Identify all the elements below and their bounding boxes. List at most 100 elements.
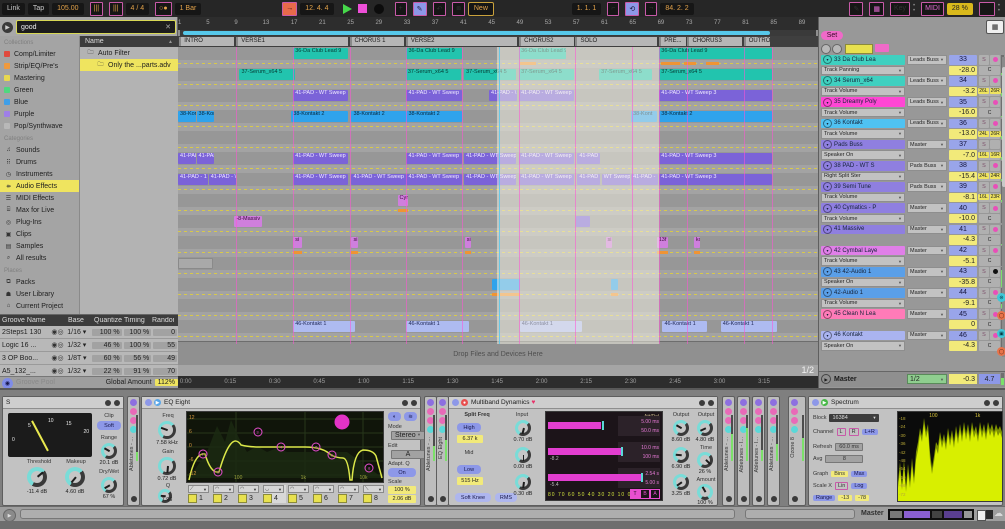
groove-quantize[interactable]: 22 % [91,367,122,375]
solo-button[interactable]: S [979,330,989,341]
automation-event[interactable] [706,62,719,65]
arrangement-clip[interactable]: 37-Serum_x64 5 [659,69,772,80]
device-collapse-icon[interactable] [699,399,705,406]
freq-knob[interactable] [158,421,176,439]
loop-button[interactable]: ⟲ [625,1,640,16]
arm-button[interactable] [990,224,1000,235]
master-chain-thumbnail[interactable] [888,509,974,520]
device-activator[interactable] [145,399,152,406]
sidebar-item-midi-effects[interactable]: ☰ MIDI Effects [0,192,79,204]
mid-input-knob[interactable] [515,447,531,463]
filter-type-chooser[interactable]: ◠ ▼ [238,485,259,493]
track-name[interactable]: ▾ 46 Kontakt [821,330,905,341]
sidebar-item-sounds[interactable]: ♫ Sounds [0,144,79,156]
filter-type-chooser[interactable]: ◡ ▼ [263,485,284,493]
track-name[interactable]: ▾ 34 Serum_x64 [821,76,905,86]
computer-midi-keyboard-icon[interactable]: ▦ [869,1,884,16]
track-volume-field[interactable]: -8.1 [949,192,977,203]
device-hotswap-icon[interactable] [114,399,120,406]
eq-eight-device[interactable]: ▶ EQ Eight Freq 7.58 kHz Gain 0.72 dB Q … [141,396,425,506]
record-button[interactable] [373,3,384,14]
track-name[interactable]: ▾ 42-Audio 1 [821,288,905,298]
band-toggle[interactable]: 3 [238,493,259,503]
range-low-value[interactable]: -13 [838,495,853,501]
track-pan-field[interactable]: 24L 26R [978,129,1001,139]
track-name[interactable]: ▾ 41 Massive [821,224,905,235]
locator-chorus1[interactable]: CHORUS 1 [349,37,404,46]
groove-row[interactable]: 2Steps1 130 ◉◎ 1/16 ▾ 100 % 100 % 0 [0,326,178,339]
automation-arm-button[interactable]: ✎ [412,1,427,16]
track-row[interactable]: ▾ 42-Audio 1 Master ▼ 44 S Track Volume ▼ -9.1 C [819,288,1004,309]
bins-button[interactable]: Bins [831,471,848,477]
arrangement-clip[interactable]: 41-PAD - WT Sweep 3 [659,90,772,101]
arrangement-clip[interactable] [178,258,214,269]
next-locator-button[interactable] [832,44,842,54]
automation-chooser[interactable]: Track Volume ▼ [821,256,905,266]
arrangement-clip[interactable]: 41-PAD - \ [208,174,236,185]
sidebar-item-instruments[interactable]: ◷ Instruments [0,168,79,180]
arm-button[interactable] [990,139,1000,150]
collection-item[interactable]: Comp/Limiter [0,48,79,60]
track-volume-field[interactable]: -16.0 [949,107,977,118]
track-volume-field[interactable]: -7.0 [949,150,977,160]
loop-start-field[interactable]: 1. 1. 1 [571,2,602,15]
arrangement-clip[interactable]: 41-PAD [196,153,214,164]
avg-slider[interactable]: 8 [825,455,864,463]
track-row[interactable]: ▾ 40 Cymatics - P Master ▼ 40 S Track Volume ▼ -… [819,203,1004,224]
track-row[interactable]: ▾ 35 Dreamy Poly Leads Buss ▼ 35 S Track Volum… [819,97,1004,118]
arrangement-clip[interactable]: 36-Da Club Lead 9 [406,48,462,59]
arrangement-clip[interactable]: 46-Kontakt 1 [406,321,469,332]
groove-base[interactable]: 1/32 ▾ [65,367,91,375]
track-name[interactable]: ▾ 33 Da Club Lea [821,55,905,65]
band-checkbox[interactable] [263,493,272,503]
automation-chooser[interactable]: Track Volume ▼ [821,298,905,309]
browser-back-icon[interactable]: ▶ [2,21,13,33]
follow-button[interactable]: → [282,1,298,16]
track-row[interactable]: ▾ Pads Buss Master ▼ 37 S Speaker On ▼ -7.0 16L 16… [819,139,1004,161]
band-toggle[interactable]: 5 [288,493,309,503]
eq-filter-node[interactable] [334,414,350,430]
arrangement-grid[interactable]: 36-Da Club Lead 9 36-Da Club Lead 9 36-Da … [178,47,818,344]
automation-chooser[interactable]: Track Volume ▼ [821,213,905,224]
output-routing-chooser[interactable]: Leads Buss ▼ [907,55,947,65]
solo-button[interactable]: S [979,224,989,235]
collection-item[interactable]: Green [0,84,79,96]
arm-button[interactable] [990,245,1000,256]
eq-band-selector[interactable]: ◠ ▼ 7 [338,485,361,503]
refresh-value[interactable]: 60.0 ms [835,443,863,451]
eq-band-selector[interactable]: ◡ ▼ 4 [263,485,286,503]
multiband-display[interactable]: Att/Rel 80 70 60 50 40 30 20 10 0 5.00 m… [545,411,663,501]
band-toggle[interactable]: 1 [188,493,209,503]
output-routing-chooser[interactable]: Master ▼ [907,309,947,319]
output-routing-chooser[interactable]: Leads Buss ▼ [907,76,947,86]
play-button[interactable] [342,3,352,14]
output-routing-chooser[interactable]: Master ▼ [907,139,947,150]
high-input-knob[interactable] [515,420,531,436]
collapsed-device-7[interactable]: Ozone 8 [788,396,806,506]
new-button[interactable]: New [467,1,494,16]
band-checkbox[interactable] [338,493,347,503]
eq-filter-node[interactable]: 3 [253,427,263,437]
track-fold-icon[interactable]: ▾ [823,55,832,65]
track-volume-field[interactable]: -9.1 [949,298,977,309]
collapsed-device-0[interactable]: Abletunes - ... [127,396,140,506]
master-track-header[interactable]: ▶ Master [821,374,857,384]
arrangement-clip[interactable]: 38-Kontakt 2 [291,111,349,122]
track-row[interactable]: ▾ 46 Kontakt Master ▼ 46 S Speaker On ▼ -4.3 C [819,330,1004,352]
pad-black-icon[interactable] [986,510,993,519]
locator-pre[interactable]: PRE... [659,37,686,46]
output-routing-chooser[interactable]: Master ▼ [907,288,947,298]
device-hotswap-icon[interactable] [993,399,999,406]
track-name[interactable]: ▾ 36 Kontakt [821,118,905,129]
scale-value[interactable]: 100 % [388,486,416,494]
master-volume-field[interactable]: -0.3 [949,374,977,384]
results-name-header[interactable]: Name ▲ [80,36,178,47]
track-fold-icon[interactable]: ▾ [823,182,832,192]
solo-button[interactable]: S [979,55,989,65]
arrangement-clip[interactable]: 38-Kontakt 2 [351,111,406,122]
automation-event[interactable] [464,251,472,254]
band-toggle[interactable]: 4 [263,493,284,503]
collection-item[interactable]: Blue [0,96,79,108]
track-name[interactable]: ▾ 40 Cymatics - P [821,203,905,213]
track-pan-field[interactable]: C [979,235,1000,245]
